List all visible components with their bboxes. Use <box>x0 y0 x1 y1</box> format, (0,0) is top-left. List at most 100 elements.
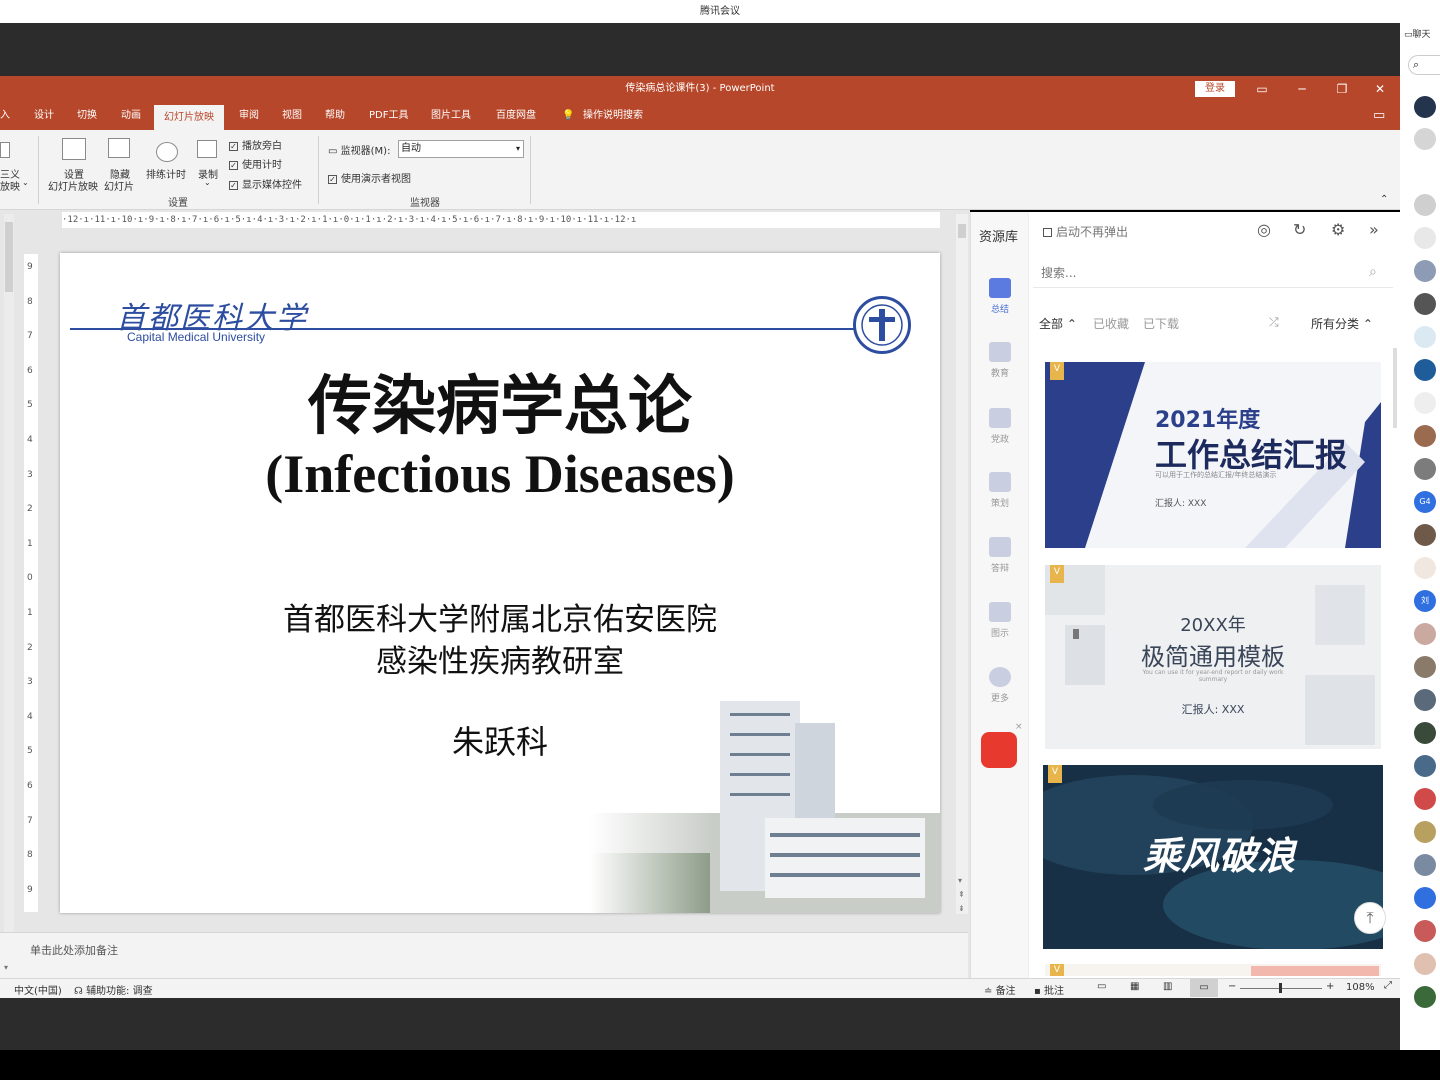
participant-avatar[interactable] <box>1414 524 1436 546</box>
nav-summary[interactable]: 总结 <box>971 278 1029 315</box>
nav-party[interactable]: 党政 <box>971 408 1029 445</box>
checkbox-icon[interactable]: ✓ <box>328 174 337 184</box>
minimize-icon[interactable]: ─ <box>1282 76 1322 102</box>
slide-canvas[interactable]: 首都医科大学 Capital Medical University 传染病学总论… <box>60 253 940 913</box>
refresh-icon[interactable]: ↻ <box>1293 220 1306 239</box>
template-card-ride-wind[interactable]: V 乘风破浪 <box>1043 765 1383 949</box>
language-status[interactable]: 中文(中国) <box>14 982 62 997</box>
zoom-slider-thumb[interactable] <box>1279 983 1282 993</box>
comment-icon[interactable]: ▭ <box>1373 102 1385 130</box>
participant-avatar[interactable] <box>1414 788 1436 810</box>
participant-avatar[interactable] <box>1414 194 1436 216</box>
participant-avatar[interactable] <box>1414 458 1436 480</box>
nav-diagram[interactable]: 图示 <box>971 602 1029 639</box>
left-scrollbar[interactable] <box>4 214 14 974</box>
checkbox-icon[interactable]: ✓ <box>229 180 238 190</box>
participant-avatar[interactable] <box>1414 260 1436 282</box>
scrollbar-thumb[interactable] <box>5 222 13 292</box>
checkbox-icon[interactable]: ✓ <box>229 141 238 151</box>
tab-insert[interactable]: 入 <box>0 102 10 130</box>
notes-pane[interactable]: 单击此处添加备注 ▾ <box>0 932 968 978</box>
search-input[interactable] <box>1033 260 1333 286</box>
participant-avatar[interactable] <box>1414 920 1436 942</box>
nav-defense[interactable]: 答辩 <box>971 537 1029 574</box>
filter-all[interactable]: 全部 ⌃ <box>1039 315 1077 332</box>
participant-avatar[interactable] <box>1414 821 1436 843</box>
participant-avatar[interactable] <box>1414 293 1436 315</box>
participant-avatar[interactable] <box>1414 96 1436 118</box>
slide-scrollbar[interactable]: ▾ ⇞ ⇟ <box>956 214 968 914</box>
chat-tab[interactable]: ▭聊天 <box>1404 27 1431 40</box>
comments-toggle[interactable]: ▪ 批注 <box>1034 982 1064 997</box>
record-chevron-icon[interactable]: ⌄ <box>204 178 211 187</box>
filter-downloaded[interactable]: 已下载 <box>1143 315 1179 332</box>
zoom-out-icon[interactable]: − <box>1228 981 1236 992</box>
shuffle-icon[interactable]: ⤮ <box>1269 315 1279 330</box>
tab-slideshow[interactable]: 幻灯片放映 <box>154 105 224 130</box>
reading-view-icon[interactable]: ▥ <box>1163 981 1172 992</box>
participant-avatar[interactable] <box>1414 623 1436 645</box>
accessibility-status[interactable]: ☊ 辅助功能: 调查 <box>74 982 153 997</box>
checkbox-icon[interactable]: ✓ <box>229 160 238 170</box>
fit-to-window-icon[interactable]: ⤢ <box>1384 980 1392 991</box>
back-to-top-icon[interactable]: ⤒ <box>1354 902 1386 934</box>
record-icon[interactable] <box>197 140 217 158</box>
participant-avatar[interactable] <box>1414 953 1436 975</box>
nav-education[interactable]: 教育 <box>971 342 1029 379</box>
zoom-level[interactable]: 108% <box>1346 982 1375 993</box>
tab-tell-me[interactable]: 操作说明搜索 <box>583 102 643 130</box>
scroll-down-icon[interactable]: ▾ <box>4 963 8 972</box>
participant-avatar[interactable] <box>1414 425 1436 447</box>
participant-avatar[interactable] <box>1414 656 1436 678</box>
tab-review[interactable]: 审阅 <box>239 102 259 130</box>
normal-view-icon[interactable]: ▭ <box>1097 981 1106 992</box>
nav-more[interactable]: 更多 <box>971 667 1029 704</box>
setup-show-icon[interactable] <box>62 138 86 160</box>
tab-design[interactable]: 设计 <box>34 102 54 130</box>
gift-promo-icon[interactable] <box>981 732 1017 768</box>
rehearse-timings-button[interactable]: 排练计时 <box>146 166 186 181</box>
resource-search[interactable]: ⌕ <box>1033 260 1393 288</box>
monitor-select[interactable]: 自动 ▾ <box>398 140 524 158</box>
zoom-in-icon[interactable]: + <box>1326 981 1334 992</box>
chevron-down-icon[interactable]: ⌄ <box>22 178 29 187</box>
collapse-ribbon-icon[interactable]: ⌃ <box>1380 194 1388 205</box>
participant-avatar[interactable]: 刘 <box>1414 590 1436 612</box>
login-button[interactable]: 登录 <box>1195 81 1235 97</box>
participant-avatar[interactable] <box>1414 227 1436 249</box>
scroll-down-icon[interactable]: ▾ <box>958 876 962 885</box>
checkbox-play-narrations[interactable]: ✓ 播放旁白 <box>229 137 282 152</box>
checkbox-icon[interactable] <box>1043 228 1052 237</box>
participant-avatar[interactable] <box>1414 755 1436 777</box>
participant-avatar[interactable]: G4 <box>1414 491 1436 513</box>
close-icon[interactable]: ✕ <box>1360 76 1400 102</box>
scrollbar-thumb[interactable] <box>958 224 966 238</box>
tab-picture-tools[interactable]: 图片工具 <box>431 102 471 130</box>
participant-avatar[interactable] <box>1414 128 1436 150</box>
tab-pdf-tools[interactable]: PDF工具 <box>369 102 408 130</box>
participant-avatar[interactable] <box>1414 689 1436 711</box>
tab-transitions[interactable]: 切换 <box>77 102 97 130</box>
tab-view[interactable]: 视图 <box>282 102 302 130</box>
hide-slide-line2[interactable]: 幻灯片 <box>104 178 134 193</box>
participant-avatar[interactable] <box>1414 557 1436 579</box>
restore-icon[interactable]: ❐ <box>1322 76 1362 102</box>
chevron-down-icon[interactable]: ▾ <box>516 141 520 157</box>
close-promo-icon[interactable]: × <box>1015 722 1023 732</box>
slide-sorter-icon[interactable]: ▦ <box>1130 981 1139 992</box>
checkbox-presenter-view[interactable]: ✓ 使用演示者视图 <box>328 170 411 185</box>
hide-slide-icon[interactable] <box>108 138 130 158</box>
participant-search-icon[interactable]: ⌕ <box>1408 55 1440 75</box>
setup-show-line2[interactable]: 幻灯片放映 <box>48 178 98 193</box>
settings-gear-icon[interactable]: ⚙ <box>1331 220 1345 239</box>
participant-avatar[interactable] <box>1414 326 1436 348</box>
template-card-next[interactable]: V <box>1045 964 1381 976</box>
participant-avatar[interactable] <box>1414 887 1436 909</box>
rehearse-timer-icon[interactable] <box>156 142 178 162</box>
participant-avatar[interactable] <box>1414 722 1436 744</box>
no-popup-checkbox[interactable]: 启动不再弹出 <box>1043 223 1128 240</box>
participant-avatar[interactable] <box>1414 854 1436 876</box>
slideshow-view-icon[interactable]: ▭ <box>1190 979 1218 997</box>
search-icon[interactable]: ⌕ <box>1369 264 1377 280</box>
notes-placeholder[interactable]: 单击此处添加备注 <box>30 942 118 958</box>
